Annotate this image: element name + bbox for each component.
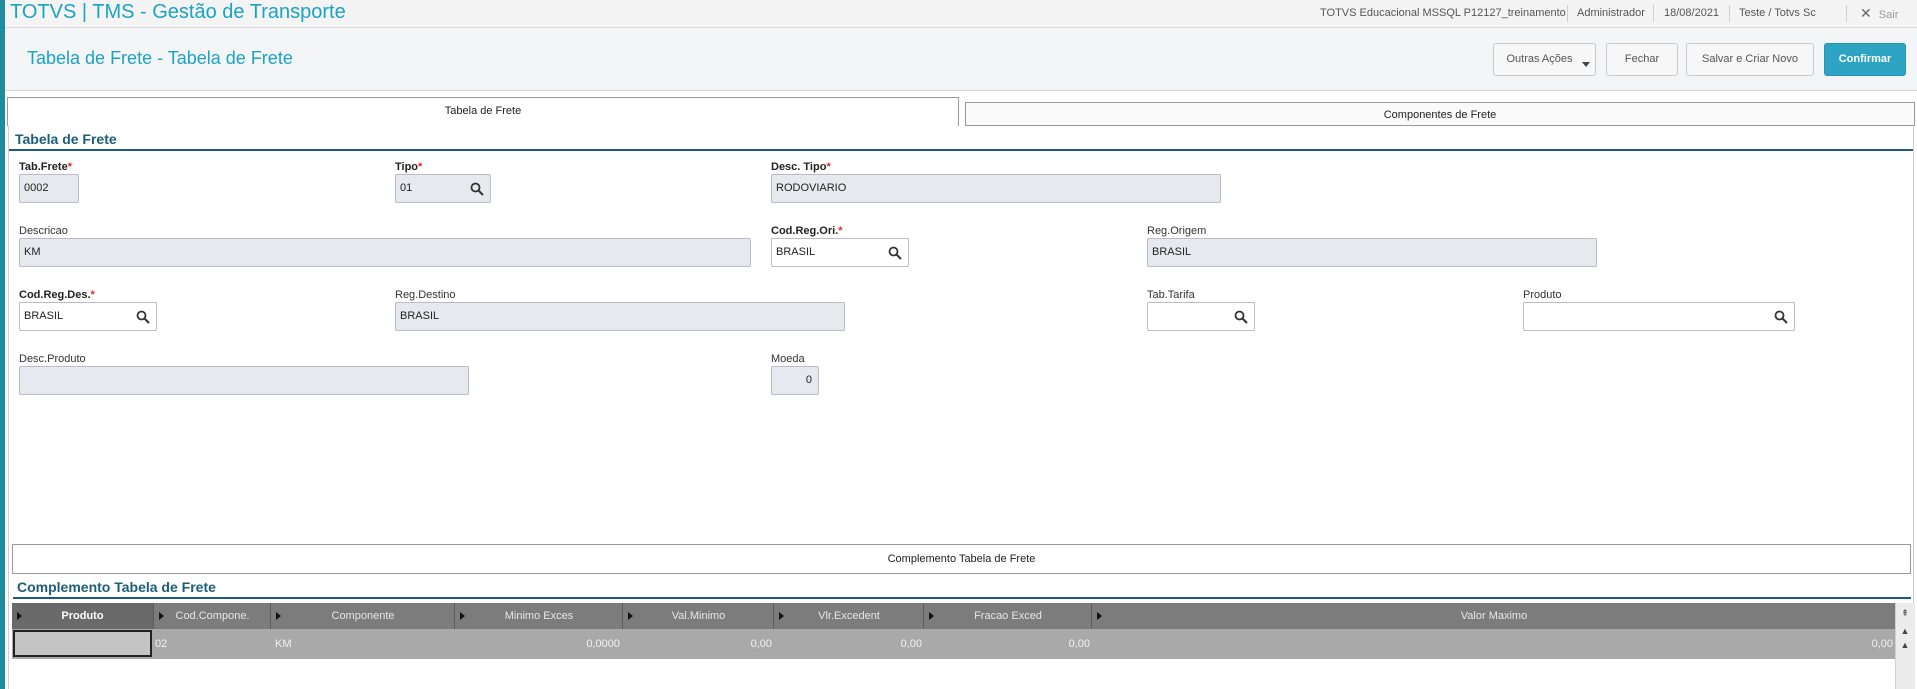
reg-origem-field[interactable]: BRASIL (1147, 238, 1597, 267)
column-header-minimo-exces[interactable]: Minimo Exces (454, 603, 623, 629)
tab-frete-field[interactable]: 0002 (19, 174, 79, 203)
cod-reg-ori-value: BRASIL (776, 246, 816, 258)
tab-componentes-de-frete[interactable]: Componentes de Frete (965, 102, 1915, 126)
column-marker-icon (460, 612, 465, 620)
column-marker-icon (929, 612, 934, 620)
search-icon[interactable] (1234, 310, 1248, 324)
tipo-field[interactable]: 01 (395, 174, 491, 203)
table-row[interactable]: 02 KM 0,0000 0,00 0,00 0,00 0,00 (12, 629, 1895, 659)
produto-label: Produto (1523, 289, 1562, 301)
grid-scrollbar[interactable]: ⇞ ▲ ▲ (1895, 603, 1915, 689)
reg-destino-label: Reg.Destino (395, 289, 456, 301)
save-and-new-button[interactable]: Salvar e Criar Novo (1686, 43, 1814, 76)
moeda-field[interactable]: 0 (771, 366, 819, 395)
top-separator (1729, 5, 1730, 22)
cell-val-minimo[interactable]: 0,00 (622, 629, 772, 659)
section-title: Tabela de Frete (15, 131, 117, 147)
cell-minimo-exces[interactable]: 0,0000 (454, 629, 620, 659)
column-header-componente[interactable]: Componente (270, 603, 455, 629)
app-title: TOTVS | TMS - Gestão de Transporte (10, 1, 346, 23)
tipo-value: 01 (400, 182, 413, 194)
left-accent-stripe (0, 0, 5, 689)
column-header-produto[interactable]: Produto (12, 603, 153, 629)
environment-label: TOTVS Educacional MSSQL P12127_treinamen… (1320, 7, 1566, 19)
column-marker-icon (628, 612, 633, 620)
column-marker-icon (1097, 612, 1102, 620)
exit-button[interactable]: ✕ Sair (1860, 0, 1898, 27)
desc-tipo-field[interactable]: RODOVIARIO (771, 174, 1221, 203)
section-divider (9, 149, 1913, 151)
tab-tarifa-label: Tab.Tarifa (1147, 289, 1195, 301)
reg-destino-field[interactable]: BRASIL (395, 302, 845, 331)
date-label: 18/08/2021 (1664, 7, 1720, 19)
descricao-field[interactable]: KM (19, 238, 751, 267)
top-separator (1653, 5, 1654, 22)
search-icon[interactable] (1774, 310, 1788, 324)
complemento-section-title: Complemento Tabela de Frete (17, 579, 216, 595)
caret-down-icon (1582, 62, 1590, 67)
cell-cod-compone[interactable]: 02 (155, 629, 167, 659)
user-label[interactable]: Administrador (1577, 0, 1645, 27)
company-label[interactable]: Teste / Totvs Sc (1739, 0, 1816, 27)
column-header-val-minimo[interactable]: Val.Minimo (622, 603, 774, 629)
tipo-label: Tipo* (395, 161, 423, 173)
search-icon[interactable] (470, 182, 484, 196)
scroll-top-icon[interactable]: ⇞ (1899, 607, 1911, 619)
scroll-up-icon[interactable]: ▲ (1899, 625, 1911, 637)
cell-vlr-excedent[interactable]: 0,00 (773, 629, 922, 659)
column-marker-icon (17, 612, 22, 620)
cod-reg-des-value: BRASIL (24, 310, 64, 322)
cod-reg-des-label: Cod.Reg.Des.* (19, 289, 95, 301)
more-actions-button[interactable]: Outras Ações (1493, 43, 1596, 76)
confirm-button[interactable]: Confirmar (1824, 43, 1906, 76)
column-header-cod-compone[interactable]: Cod.Compone. (153, 603, 271, 629)
top-separator (1846, 5, 1847, 22)
tab-tabela-de-frete[interactable]: Tabela de Frete (7, 97, 959, 126)
column-marker-icon (159, 612, 164, 620)
cod-reg-ori-field[interactable]: BRASIL (771, 238, 909, 267)
complemento-divider (13, 597, 1911, 599)
cell-produto-selected[interactable] (13, 630, 152, 657)
grid-header: Produto Cod.Compone. Componente Minimo E… (12, 603, 1895, 629)
cell-fracao-exced[interactable]: 0,00 (923, 629, 1090, 659)
close-button[interactable]: Fechar (1606, 43, 1678, 76)
cod-reg-ori-label: Cod.Reg.Ori.* (771, 225, 843, 237)
column-marker-icon (276, 612, 281, 620)
cell-componente[interactable]: KM (275, 629, 292, 659)
close-icon: ✕ (1860, 5, 1872, 21)
search-icon[interactable] (136, 310, 150, 324)
cod-reg-des-field[interactable]: BRASIL (19, 302, 157, 331)
column-header-vlr-excedent[interactable]: Vlr.Excedent (773, 603, 924, 629)
column-marker-icon (779, 612, 784, 620)
column-header-fracao-exced[interactable]: Fracao Exced (923, 603, 1092, 629)
search-icon[interactable] (888, 246, 902, 260)
desc-produto-label: Desc.Produto (19, 353, 86, 365)
tab-tarifa-field[interactable] (1147, 302, 1255, 331)
tab-complemento-tabela-de-frete[interactable]: Complemento Tabela de Frete (12, 544, 1911, 574)
scroll-down-icon[interactable]: ▲ (1899, 639, 1911, 651)
reg-origem-label: Reg.Origem (1147, 225, 1207, 237)
desc-tipo-label: Desc. Tipo* (771, 161, 831, 173)
page-title: Tabela de Frete - Tabela de Frete (27, 48, 293, 68)
cell-valor-maximo[interactable]: 0,00 (1091, 629, 1893, 659)
moeda-label: Moeda (771, 353, 805, 365)
desc-produto-field[interactable] (19, 366, 469, 395)
top-separator (1567, 5, 1568, 22)
descricao-label: Descricao (19, 225, 68, 237)
produto-field[interactable] (1523, 302, 1795, 331)
column-header-valor-maximo[interactable]: Valor Maximo (1091, 603, 1896, 629)
tab-frete-label: Tab.Frete* (19, 161, 72, 173)
exit-label: Sair (1878, 9, 1899, 21)
more-actions-label: Outras Ações (1506, 53, 1573, 65)
